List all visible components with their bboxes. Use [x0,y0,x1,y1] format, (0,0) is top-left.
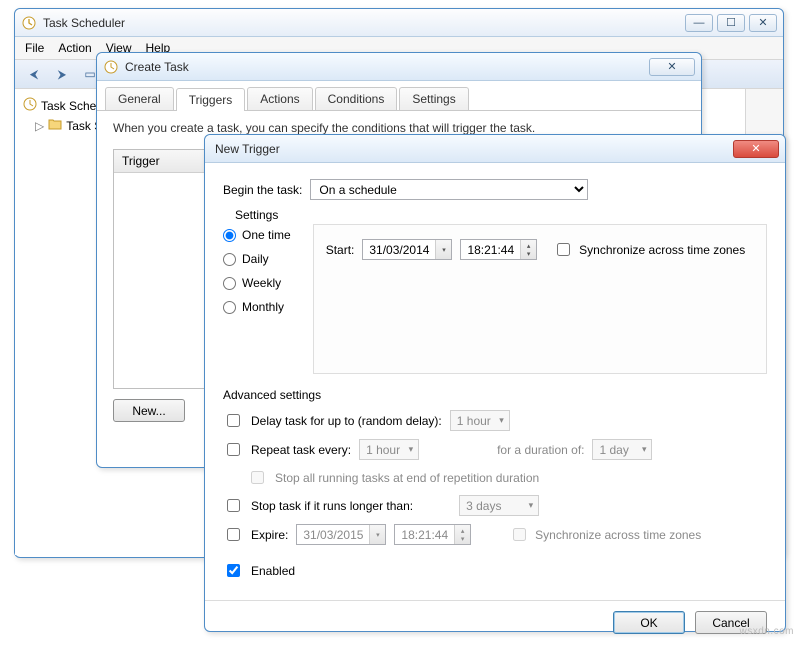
delay-checkbox[interactable] [227,414,240,427]
tab-conditions[interactable]: Conditions [315,87,398,110]
back-button[interactable]: ⮜ [21,63,47,85]
tab-actions[interactable]: Actions [247,87,312,110]
minimize-button[interactable]: — [685,14,713,32]
spinner-icon[interactable]: ▴▾ [520,240,536,259]
schedule-radios: One time Daily Weekly Monthly [223,224,299,374]
tab-triggers[interactable]: Triggers [176,88,246,111]
radio-monthly[interactable]: Monthly [223,300,291,314]
delay-label: Delay task for up to (random delay): [251,414,442,428]
clock-icon [23,97,37,114]
tabstrip: General Triggers Actions Conditions Sett… [97,81,701,111]
start-time-picker[interactable]: 18:21:44 ▴▾ [460,239,537,260]
start-label: Start: [326,243,355,257]
expire-label: Expire: [251,528,288,542]
new-trigger-titlebar[interactable]: New Trigger ✕ [205,135,785,163]
ok-button[interactable]: OK [613,611,685,634]
start-date-picker[interactable]: 31/03/2014 ▾ [362,239,452,260]
chevron-right-icon: ▷ [35,119,44,133]
stop-long-label: Stop task if it runs longer than: [251,499,413,513]
repeat-label: Repeat task every: [251,443,351,457]
main-titlebar[interactable]: Task Scheduler — ☐ ✕ [15,9,783,37]
tab-settings[interactable]: Settings [399,87,468,110]
begin-task-select[interactable]: On a schedule [310,179,588,200]
new-trigger-dialog: New Trigger ✕ Begin the task: On a sched… [204,134,786,632]
begin-task-label: Begin the task: [223,183,302,197]
stop-repeat-label: Stop all running tasks at end of repetit… [275,471,539,485]
duration-label: for a duration of: [497,443,584,457]
radio-one-time[interactable]: One time [223,228,291,242]
clock-icon [21,15,37,31]
expire-sync-checkbox: Synchronize across time zones [509,525,701,544]
duration-combo[interactable]: 1 day [592,439,652,460]
clock-icon [103,59,119,75]
advanced-label: Advanced settings [223,388,767,402]
stop-repeat-checkbox [251,471,264,484]
schedule-panel: Start: 31/03/2014 ▾ 18:21:44 ▴▾ Synchron… [313,224,767,374]
enabled-label: Enabled [251,564,295,578]
create-task-title: Create Task [125,60,649,74]
new-trigger-button[interactable]: New... [113,399,185,422]
watermark: wsxdn.com [739,626,794,637]
spinner-icon: ▴▾ [454,525,470,544]
radio-weekly[interactable]: Weekly [223,276,291,290]
menu-action[interactable]: Action [58,41,91,55]
repeat-checkbox[interactable] [227,443,240,456]
close-button[interactable]: ✕ [733,140,779,158]
stop-long-combo[interactable]: 3 days [459,495,539,516]
new-trigger-title: New Trigger [211,142,733,156]
forward-button[interactable]: ⮞ [49,63,75,85]
main-title: Task Scheduler [43,16,685,30]
maximize-button[interactable]: ☐ [717,14,745,32]
create-task-titlebar[interactable]: Create Task ✕ [97,53,701,81]
repeat-combo[interactable]: 1 hour [359,439,419,460]
close-button[interactable]: ✕ [749,14,777,32]
folder-icon [48,118,62,133]
stop-long-checkbox[interactable] [227,499,240,512]
calendar-drop-icon: ▾ [369,525,385,544]
expire-checkbox[interactable] [227,528,240,541]
delay-combo[interactable]: 1 hour [450,410,510,431]
tab-general[interactable]: General [105,87,174,110]
settings-label: Settings [235,208,767,222]
expire-time-picker[interactable]: 18:21:44 ▴▾ [394,524,471,545]
enabled-checkbox[interactable] [227,564,240,577]
radio-daily[interactable]: Daily [223,252,291,266]
calendar-drop-icon[interactable]: ▾ [435,240,451,259]
close-button[interactable]: ✕ [649,58,695,76]
expire-date-picker[interactable]: 31/03/2015 ▾ [296,524,386,545]
menu-file[interactable]: File [25,41,44,55]
sync-tz-checkbox[interactable]: Synchronize across time zones [553,240,745,259]
